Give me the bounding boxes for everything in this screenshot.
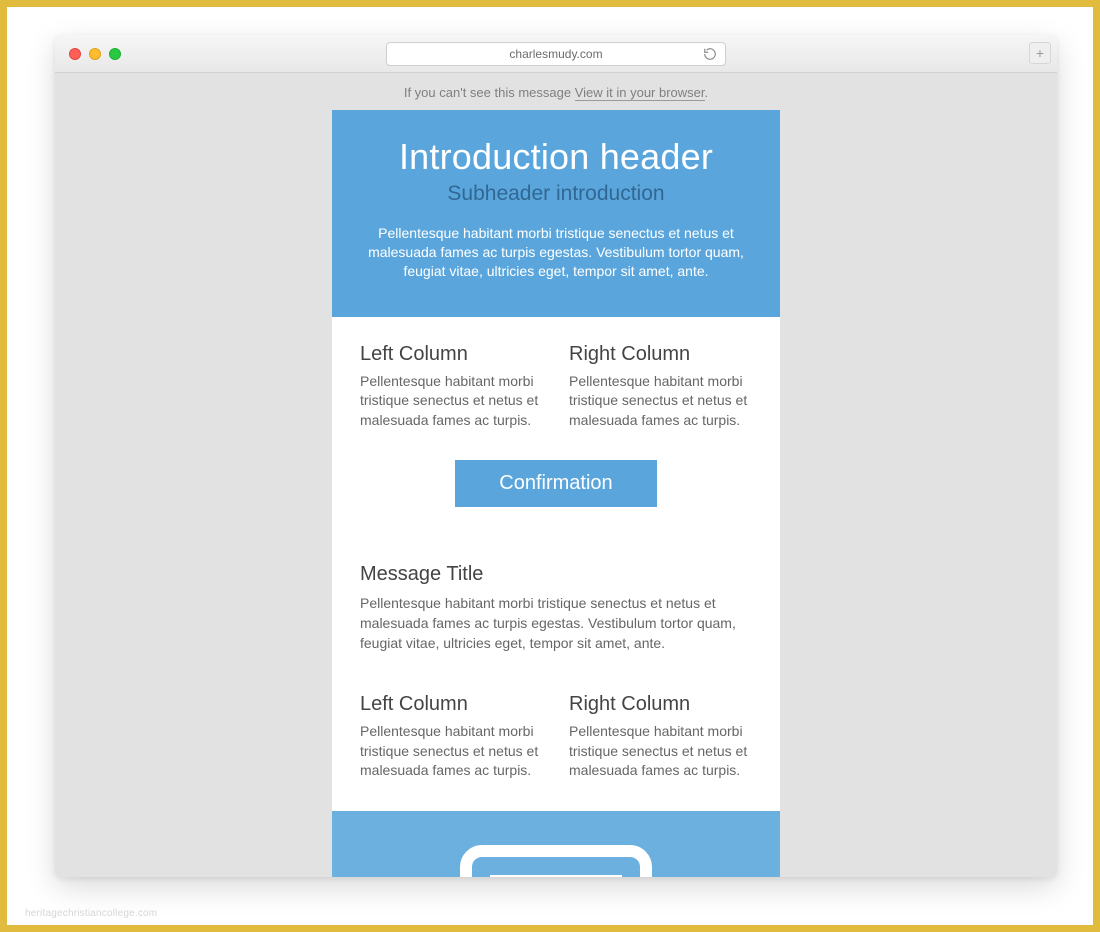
left-column-1-body: Pellentesque habitant morbi tristique se… — [360, 372, 543, 431]
right-column-1-title: Right Column — [569, 343, 752, 366]
left-column-2-title: Left Column — [360, 693, 543, 716]
address-bar[interactable]: charlesmudy.com — [386, 42, 726, 66]
hero-section: Introduction header Subheader introducti… — [332, 110, 780, 317]
right-column-2-body: Pellentesque habitant morbi tristique se… — [569, 722, 752, 781]
left-column-1-title: Left Column — [360, 343, 543, 366]
watermark-text: heritagechristiancollege.com — [25, 908, 157, 919]
right-column-2-title: Right Column — [569, 693, 752, 716]
right-column-1: Right Column Pellentesque habitant morbi… — [569, 343, 752, 431]
reload-icon[interactable] — [703, 47, 717, 61]
right-column-2: Right Column Pellentesque habitant morbi… — [569, 693, 752, 781]
browser-window: charlesmudy.com + If you can't see this … — [55, 35, 1057, 877]
window-controls — [69, 48, 121, 60]
preheader: If you can't see this message View it in… — [55, 73, 1057, 110]
two-column-section-1: Left Column Pellentesque habitant morbi … — [332, 317, 780, 538]
hero-subtitle: Subheader introduction — [362, 182, 750, 206]
maximize-window-button[interactable] — [109, 48, 121, 60]
address-bar-url: charlesmudy.com — [509, 47, 602, 61]
left-column-2-body: Pellentesque habitant morbi tristique se… — [360, 722, 543, 781]
two-column-section-2: Left Column Pellentesque habitant morbi … — [332, 683, 780, 811]
confirmation-button[interactable]: Confirmation — [455, 460, 656, 507]
page-frame: charlesmudy.com + If you can't see this … — [0, 0, 1100, 932]
email-body: Introduction header Subheader introducti… — [332, 110, 780, 877]
minimize-window-button[interactable] — [89, 48, 101, 60]
message-title: Message Title — [360, 563, 752, 586]
image-placeholder-icon — [456, 841, 656, 877]
view-in-browser-link[interactable]: View it in your browser — [575, 85, 705, 101]
left-column-1: Left Column Pellentesque habitant morbi … — [360, 343, 543, 431]
browser-viewport: If you can't see this message View it in… — [55, 73, 1057, 877]
hero-title: Introduction header — [362, 136, 750, 178]
image-placeholder-block — [332, 811, 780, 877]
preheader-text: If you can't see this message — [404, 85, 575, 100]
left-column-2: Left Column Pellentesque habitant morbi … — [360, 693, 543, 781]
new-tab-button[interactable]: + — [1029, 42, 1051, 64]
right-column-1-body: Pellentesque habitant morbi tristique se… — [569, 372, 752, 431]
message-section: Message Title Pellentesque habitant morb… — [332, 537, 780, 683]
message-body: Pellentesque habitant morbi tristique se… — [360, 594, 752, 653]
preheader-suffix: . — [705, 85, 709, 100]
browser-titlebar: charlesmudy.com + — [55, 35, 1057, 73]
plus-icon: + — [1036, 45, 1044, 61]
close-window-button[interactable] — [69, 48, 81, 60]
cta-row: Confirmation — [360, 460, 752, 507]
hero-body: Pellentesque habitant morbi tristique se… — [366, 224, 746, 281]
